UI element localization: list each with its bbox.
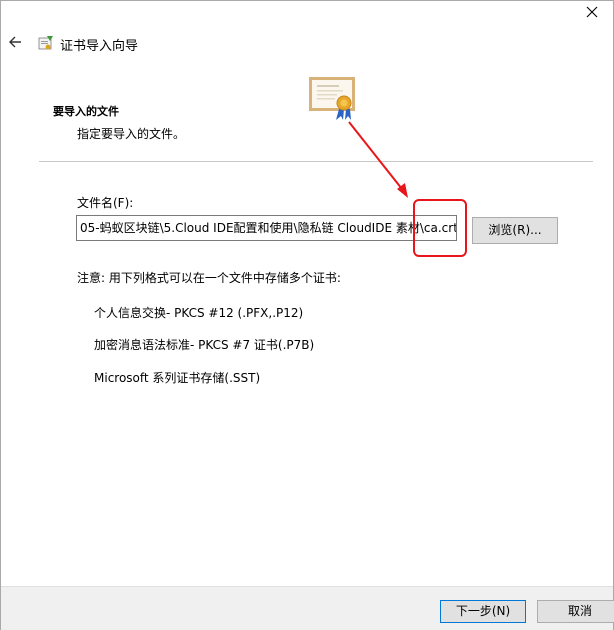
- cancel-button[interactable]: 取消: [537, 600, 614, 623]
- close-icon[interactable]: [585, 5, 599, 19]
- format-note: 注意: 用下列格式可以在一个文件中存储多个证书:: [77, 271, 341, 285]
- section-subtitle: 指定要导入的文件。: [77, 127, 186, 141]
- certificate-icon: [308, 75, 358, 121]
- divider: [39, 161, 593, 162]
- back-arrow-icon[interactable]: [7, 34, 25, 50]
- browse-button[interactable]: 浏览(R)...: [472, 217, 558, 244]
- wizard-footer: 下一步(N) 取消: [1, 586, 614, 630]
- format-item-pfx: 个人信息交换- PKCS #12 (.PFX,.P12): [94, 306, 304, 320]
- certificate-wizard-icon: [37, 34, 55, 52]
- section-title: 要导入的文件: [53, 105, 119, 118]
- file-name-input[interactable]: 05-蚂蚁区块链\5.Cloud IDE配置和使用\隐私链 CloudIDE 素…: [76, 215, 457, 241]
- file-name-label: 文件名(F):: [77, 196, 134, 210]
- wizard-title: 证书导入向导: [60, 39, 139, 54]
- format-item-sst: Microsoft 系列证书存储(.SST): [94, 371, 261, 385]
- certificate-import-wizard-window: 证书导入向导 要导入的文件 指定要导入的文件。 文件名(F): 05-蚂蚁区块链…: [0, 0, 614, 630]
- format-item-p7b: 加密消息语法标准- PKCS #7 证书(.P7B): [94, 338, 315, 352]
- next-button[interactable]: 下一步(N): [440, 600, 526, 623]
- title-bar: [1, 1, 613, 29]
